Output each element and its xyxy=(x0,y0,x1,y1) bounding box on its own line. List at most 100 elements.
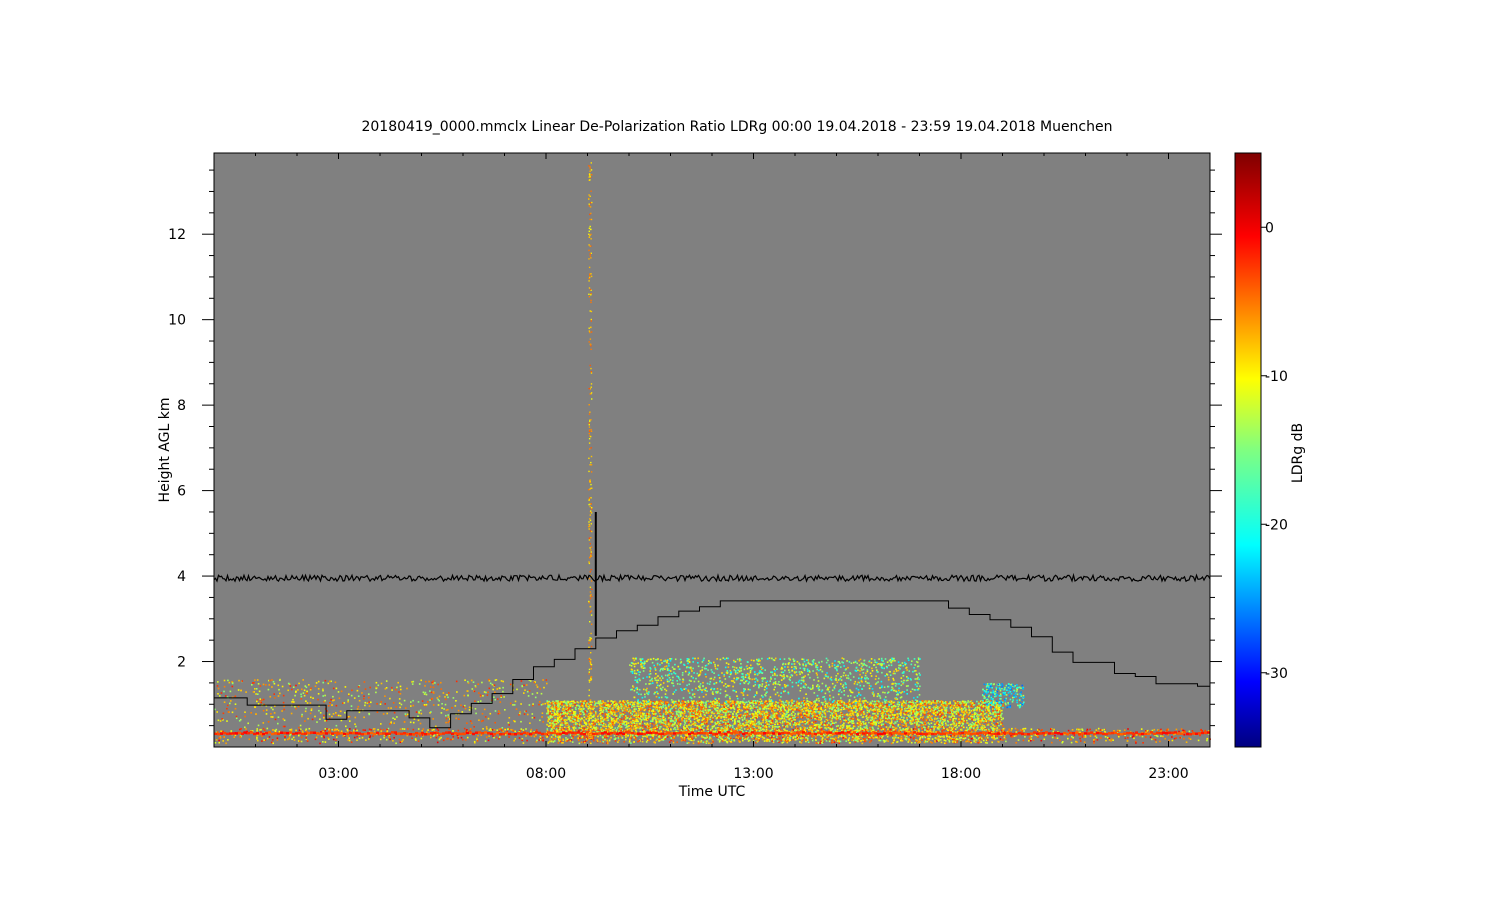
echo-pixel xyxy=(1123,729,1126,731)
echo-pixel xyxy=(600,717,602,720)
echo-pixel xyxy=(356,739,358,741)
echo-pixel xyxy=(613,735,616,737)
echo-pixel xyxy=(881,735,884,737)
echo-pixel xyxy=(1011,727,1013,730)
echo-pixel xyxy=(592,708,594,711)
echo-pixel xyxy=(239,728,241,731)
echo-pixel xyxy=(927,714,929,716)
echo-pixel xyxy=(628,725,630,727)
echo-pixel xyxy=(696,711,699,714)
echo-pixel xyxy=(990,716,993,718)
ldr-heatmap-chart: 20180419_0000.mmclx Linear De-Polarizati… xyxy=(157,119,1306,800)
echo-pixel xyxy=(639,703,641,705)
echo-pixel xyxy=(760,722,762,724)
echo-pixel xyxy=(724,723,727,725)
echo-pixel xyxy=(1160,729,1163,732)
echo-pixel xyxy=(1081,736,1084,738)
echo-pixel xyxy=(673,709,676,711)
echo-pixel xyxy=(1157,729,1160,731)
echo-pixel xyxy=(911,730,914,733)
echo-pixel xyxy=(727,718,730,721)
echo-pixel xyxy=(1023,730,1025,732)
echo-pixel xyxy=(586,702,588,704)
echo-pixel xyxy=(779,713,782,715)
echo-pixel xyxy=(584,700,586,702)
echo-pixel xyxy=(690,729,692,732)
echo-pixel xyxy=(882,719,884,722)
echo-pixel xyxy=(802,737,804,739)
echo-pixel xyxy=(761,738,764,741)
echo-pixel xyxy=(350,741,353,743)
echo-pixel xyxy=(594,715,597,718)
echo-pixel xyxy=(766,740,768,743)
echo-pixel xyxy=(675,710,678,713)
echo-pixel xyxy=(463,727,466,730)
echo-pixel xyxy=(886,715,888,718)
echo-pixel xyxy=(1050,728,1052,730)
echo-pixel xyxy=(550,736,553,738)
echo-pixel xyxy=(1036,729,1039,731)
echo-pixel xyxy=(789,722,791,725)
echo-pixel xyxy=(1024,736,1026,738)
echo-pixel xyxy=(570,737,573,739)
echo-pixel xyxy=(868,710,870,712)
echo-pixel xyxy=(573,723,575,726)
echo-pixel xyxy=(811,737,813,740)
echo-pixel xyxy=(839,735,841,737)
echo-pixel xyxy=(578,735,580,737)
echo-pixel xyxy=(696,702,699,705)
echo-pixel xyxy=(839,718,842,720)
echo-pixel xyxy=(290,728,293,731)
echo-pixel xyxy=(828,701,830,704)
echo-pixel xyxy=(1206,737,1209,740)
echo-pixel xyxy=(1083,741,1086,743)
echo-pixel xyxy=(750,717,752,720)
echo-pixel xyxy=(578,727,580,729)
echo-pixel xyxy=(858,710,860,713)
echo-pixel xyxy=(999,720,1002,723)
echo-pixel xyxy=(817,741,820,744)
echo-pixel xyxy=(585,722,588,724)
echo-pixel xyxy=(1191,730,1194,732)
echo-pixel xyxy=(882,705,884,707)
echo-pixel xyxy=(851,739,853,741)
echo-pixel xyxy=(895,705,897,708)
echo-pixel xyxy=(950,729,953,732)
echo-pixel xyxy=(897,714,899,716)
echo-pixel xyxy=(783,713,786,715)
echo-pixel xyxy=(601,712,604,715)
echo-pixel xyxy=(401,740,403,743)
echo-pixel xyxy=(629,737,631,740)
echo-pixel xyxy=(869,726,871,729)
echo-pixel xyxy=(636,705,638,707)
echo-pixel xyxy=(829,716,831,719)
echo-pixel xyxy=(822,711,824,713)
echo-pixel xyxy=(1178,730,1180,733)
echo-pixel xyxy=(738,735,741,738)
echo-pixel xyxy=(773,735,775,738)
echo-pixel xyxy=(726,719,728,721)
echo-pixel xyxy=(495,736,498,739)
echo-pixel xyxy=(356,729,358,732)
echo-pixel xyxy=(601,706,604,709)
echo-pixel xyxy=(384,735,387,738)
echo-pixel xyxy=(787,711,789,713)
echo-pixel xyxy=(496,729,498,731)
echo-pixel xyxy=(818,707,820,709)
echo-pixel xyxy=(643,712,646,715)
echo-pixel xyxy=(284,739,286,741)
echo-pixel xyxy=(1108,739,1111,741)
echo-pixel xyxy=(886,735,889,738)
echo-pixel xyxy=(884,724,887,726)
echo-pixel xyxy=(452,730,454,732)
echo-pixel xyxy=(999,738,1002,740)
echo-pixel xyxy=(1155,735,1158,737)
echo-pixel xyxy=(1054,737,1056,739)
echo-pixel xyxy=(965,716,968,718)
echo-pixel xyxy=(728,701,730,704)
echo-pixel xyxy=(909,722,911,724)
echo-pixel xyxy=(833,702,836,704)
echo-pixel xyxy=(1110,738,1113,740)
echo-pixel xyxy=(581,717,583,719)
echo-pixel xyxy=(767,705,770,707)
